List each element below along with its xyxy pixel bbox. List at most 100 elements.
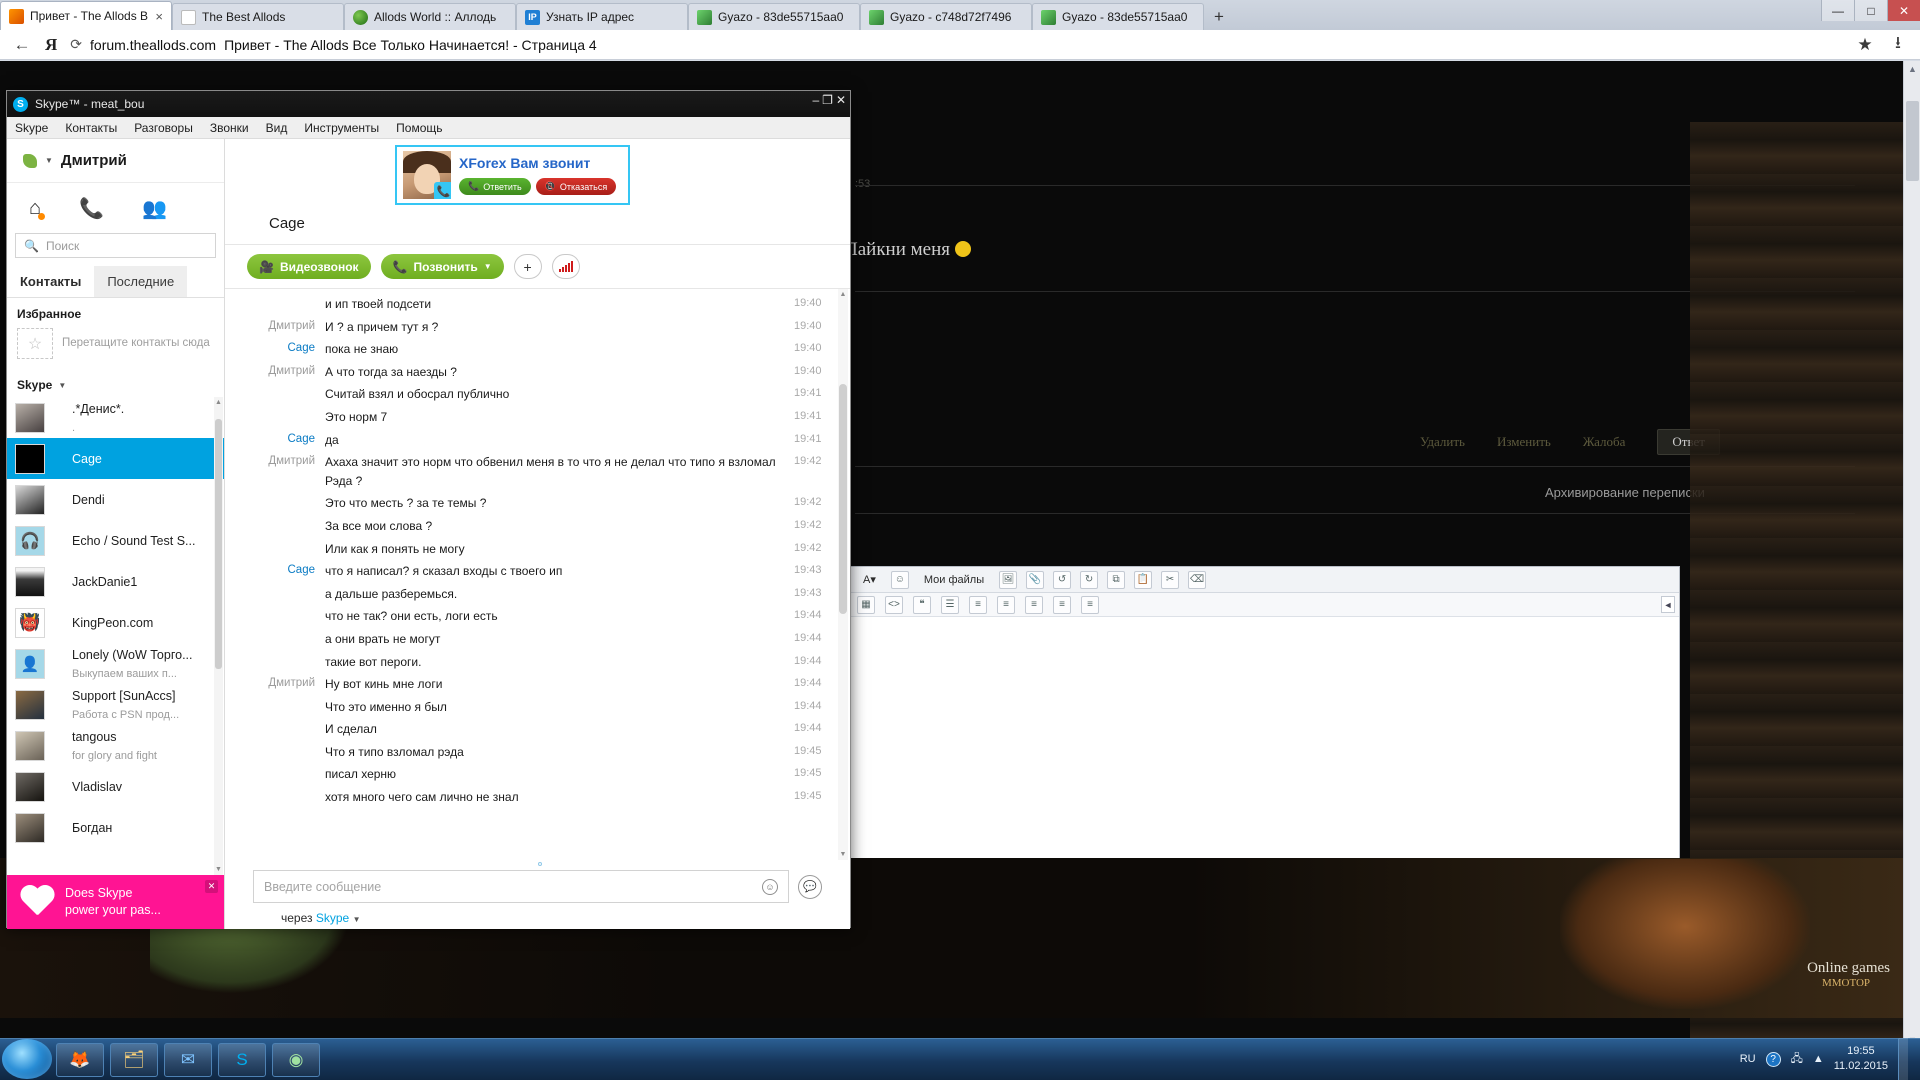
chevron-down-icon[interactable]: ▼ [58,381,66,390]
align-left-icon[interactable]: ≡ [969,595,987,614]
list-item[interactable]: Support [SunAccs] Работа с PSN прод... [7,684,224,725]
list-item[interactable]: tangous for glory and fight [7,725,224,766]
browser-tab[interactable]: Gyazo - c748d72f7496 [860,3,1032,30]
redo-icon[interactable]: ↻ [1080,570,1099,589]
group-icon[interactable]: 👥 [142,196,167,221]
copy-icon[interactable]: ⧉ [1107,570,1126,589]
indent-icon[interactable]: ≡ [1081,595,1099,614]
start-button[interactable] [2,1039,52,1079]
list-item[interactable]: Dendi [7,479,224,520]
list-item[interactable]: Cage [7,438,224,479]
collapse-toolbar-button[interactable]: ◄ [1661,596,1675,613]
close-icon[interactable]: × [155,9,163,24]
report-link[interactable]: Жалоба [1583,434,1626,450]
undo-icon[interactable]: ↺ [1053,570,1072,589]
emoji-icon[interactable]: ☺ [762,878,778,895]
chevron-down-icon[interactable]: ▼ [484,262,492,271]
mmotop-banner[interactable]: MMOTOP [1786,977,1906,989]
close-icon[interactable]: ✕ [205,880,218,893]
menu-contacts[interactable]: Контакты [65,121,117,135]
align-center-icon[interactable]: ≡ [997,595,1015,614]
menu-help[interactable]: Помощь [396,121,442,135]
audio-call-button[interactable]: 📞 Позвонить ▼ [380,254,504,279]
list-item[interactable]: 🎧 Echo / Sound Test S... [7,520,224,561]
message-list[interactable]: и ип твоей подсети 19:40 Дмитрий И ? а при… [225,289,850,860]
add-participant-button[interactable]: + [513,254,542,279]
new-tab-button[interactable]: + [1204,3,1234,30]
reload-icon[interactable]: ⟳ [70,36,82,53]
browser-tab[interactable]: IP Узнать IP адрес [516,3,688,30]
paste-icon[interactable]: 📋 [1134,570,1153,589]
contacts-scrollbar[interactable]: ▲ ▼ [214,397,223,875]
clock[interactable]: 19:55 11.02.2015 [1834,1044,1888,1074]
menu-calls[interactable]: Звонки [210,121,249,135]
list-item[interactable]: 👹 KingPeon.com [7,602,224,643]
menu-view[interactable]: Вид [266,121,288,135]
list-item[interactable]: 👤 Lonely (WoW Торго... Выкупаем ваших п.… [7,643,224,684]
favorites-dropzone[interactable]: ☆ Перетащите контакты сюда [7,326,224,369]
back-icon[interactable]: ← [12,35,32,55]
phone-icon[interactable]: 📞 [79,196,104,221]
skype-titlebar[interactable]: S Skype™ - meat_bou – ❐ ✕ [7,91,850,117]
list-item[interactable]: Vladislav [7,766,224,807]
list-icon[interactable]: ☰ [941,595,959,614]
list-item[interactable]: Богдан [7,807,224,848]
tray-language[interactable]: RU [1740,1053,1756,1065]
scroll-up-icon[interactable]: ▲ [839,291,847,298]
page-scrollbar[interactable]: ▲ ▼ [1903,61,1920,1049]
browser-tab[interactable]: Allods World :: Аллодь [344,3,516,30]
send-sms-button[interactable]: 💬 [798,874,822,899]
close-button[interactable]: ✕ [836,93,846,107]
minimize-button[interactable]: – [812,93,819,107]
bookmark-star-icon[interactable]: ★ [1855,35,1875,55]
attach-icon[interactable]: 📎 [1026,570,1045,589]
decline-call-button[interactable]: 📵 Отказаться [535,178,617,195]
tab-contacts[interactable]: Контакты [7,266,95,297]
browser-tab[interactable]: Привет - The Allods В × [0,1,172,30]
taskbar-explorer-icon[interactable]: 🗂 [110,1042,158,1077]
menu-skype[interactable]: Skype [15,121,48,135]
delete-link[interactable]: Удалить [1420,434,1465,450]
network-icon[interactable]: 🖧 [1791,1050,1803,1069]
browser-tab[interactable]: Gyazo - 83de55715aa0 [688,3,860,30]
presence-online-icon[interactable] [23,153,37,168]
accept-call-button[interactable]: 📞 Ответить [459,178,531,195]
emoji-icon[interactable]: ☺ [890,570,909,589]
search-input[interactable]: 🔍 Поиск [15,233,216,258]
close-button[interactable]: ✕ [1887,0,1920,21]
tray-expand-icon[interactable]: ▲ [1813,1053,1824,1065]
taskbar-firefox-icon[interactable]: 🦊 [56,1042,104,1077]
scroll-down-icon[interactable]: ▼ [839,851,847,858]
table-icon[interactable]: ▦ [857,595,875,614]
cut-icon[interactable]: ✂ [1161,570,1180,589]
minimize-button[interactable]: — [1821,0,1854,21]
align-right-icon[interactable]: ≡ [1053,595,1071,614]
tab-recent[interactable]: Последние [94,266,188,297]
skype-promo-banner[interactable]: Does Skype power your pas... ✕ [7,875,224,929]
quote-icon[interactable]: ❝ [913,595,931,614]
download-icon[interactable]: ⭳ [1888,30,1908,59]
tray-help-icon[interactable]: ? [1765,1051,1781,1067]
taskbar-skype-icon[interactable]: S [218,1042,266,1077]
my-profile-row[interactable]: ▼ Дмитрий [7,139,224,183]
messages-scrollbar[interactable]: ▲ ▼ [838,289,848,860]
browser-tab[interactable]: The Best Allods [172,3,344,30]
scrollbar-thumb[interactable] [215,419,222,669]
resize-grip-icon[interactable] [537,862,542,866]
scrollbar-thumb[interactable] [839,384,847,614]
browser-tab[interactable]: Gyazo - 83de55715aa0 [1032,3,1204,30]
edit-link[interactable]: Изменить [1497,434,1551,450]
maximize-button[interactable]: □ [1854,0,1887,21]
taskbar-app-icon[interactable]: ◉ [272,1042,320,1077]
video-call-button[interactable]: 🎥 Видеозвонок [247,254,371,279]
chevron-down-icon[interactable]: ▼ [353,915,361,924]
scroll-up-icon[interactable]: ▲ [215,399,222,406]
via-skype-link[interactable]: Skype [316,911,349,925]
scrollbar-thumb[interactable] [1906,101,1919,181]
chevron-down-icon[interactable]: ▼ [45,156,53,165]
show-desktop-button[interactable] [1898,1038,1908,1080]
home-icon[interactable]: ⌂ [29,197,46,220]
menu-conversations[interactable]: Разговоры [134,121,193,135]
my-files-button[interactable]: Мои файлы [918,572,990,588]
taskbar-mail-icon[interactable]: ✉ [164,1042,212,1077]
